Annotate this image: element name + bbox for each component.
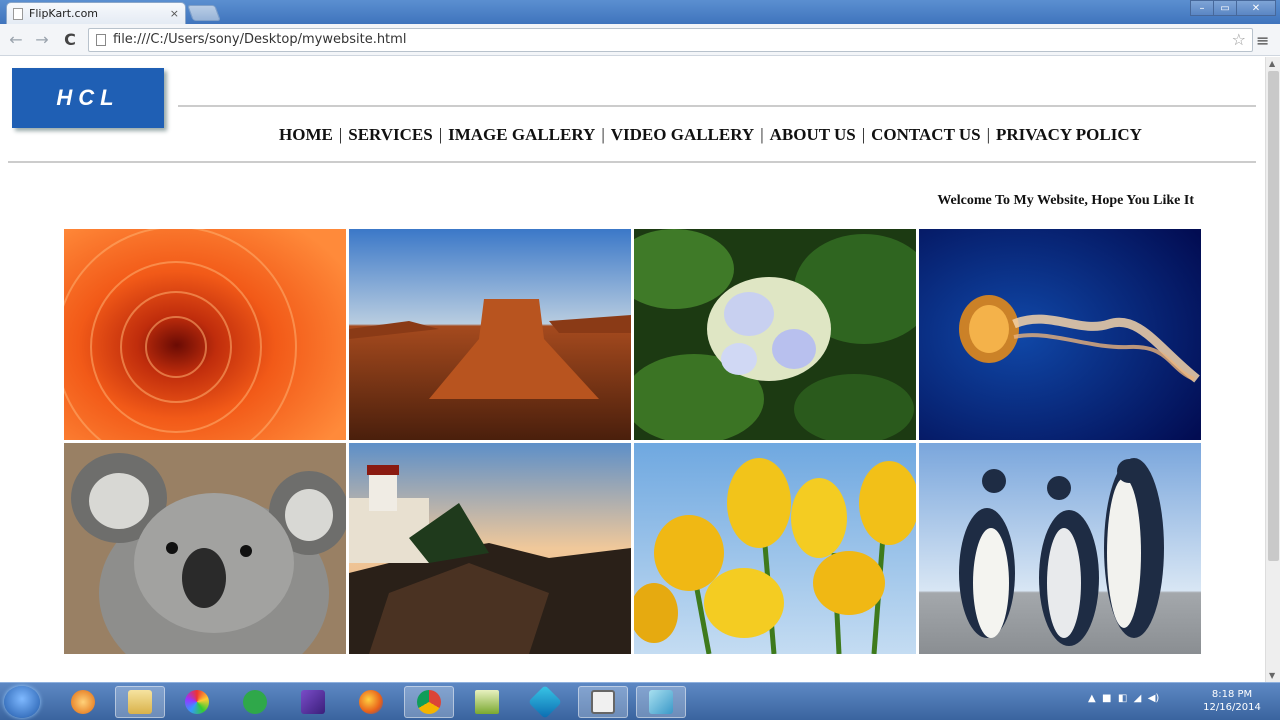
nav-about-us[interactable]: ABOUT US (770, 125, 856, 144)
nav-separator: | (760, 125, 764, 144)
evernote-button[interactable] (230, 686, 280, 718)
system-clock[interactable]: 8:18 PM 12/16/2014 (1200, 688, 1264, 714)
header-divider-top (178, 105, 1256, 107)
address-text: file:///C:/Users/sony/Desktop/mywebsite.… (113, 32, 407, 47)
tab-title: FlipKart.com (29, 7, 99, 20)
maximize-button[interactable]: ▭ (1213, 0, 1237, 16)
nav-separator: | (986, 125, 990, 144)
welcome-message: Welcome To My Website, Hope You Like It (937, 193, 1194, 208)
koala-image (64, 443, 346, 654)
hcl-logo[interactable]: HCL (12, 68, 164, 128)
photo-lighthouse[interactable] (349, 443, 631, 654)
windows-taskbar: ▲ ■ ◧ ◢ ◀) 8:18 PM 12/16/2014 (0, 682, 1280, 720)
picasa-button[interactable] (172, 686, 222, 718)
media-player-button[interactable] (58, 686, 108, 718)
nav-home[interactable]: HOME (279, 125, 333, 144)
main-navigation: HOME | SERVICES | IMAGE GALLERY | VIDEO GALLER… (279, 125, 1142, 145)
photo-hydrangeas[interactable] (634, 229, 916, 440)
app-store-button[interactable] (520, 685, 570, 719)
lighthouse-image (349, 443, 631, 654)
visual-studio-icon (301, 690, 325, 714)
photo-chrysanthemum[interactable] (64, 229, 346, 440)
forward-arrow-icon[interactable]: → (32, 30, 52, 50)
chrome-menu-icon[interactable]: ≡ (1256, 31, 1269, 50)
bookmark-star-icon[interactable]: ☆ (1232, 29, 1246, 51)
firefox-icon (359, 690, 383, 714)
nav-privacy-policy[interactable]: PRIVACY POLICY (996, 125, 1142, 144)
clock-time: 8:18 PM (1211, 689, 1253, 700)
photo-koala[interactable] (64, 443, 346, 654)
file-explorer-button[interactable] (115, 686, 165, 718)
photo-penguins[interactable] (919, 443, 1201, 654)
photo-jellyfish[interactable] (919, 229, 1201, 440)
window-app-icon (591, 690, 615, 714)
nav-separator: | (861, 125, 866, 144)
clock-date: 12/16/2014 (1203, 702, 1261, 713)
nav-separator: | (338, 125, 343, 144)
new-tab-button[interactable] (187, 5, 221, 21)
nav-services[interactable]: SERVICES (348, 125, 432, 144)
jellyfish-image (919, 229, 1201, 440)
photo-tulips[interactable] (634, 443, 916, 654)
browser-window: FlipKart.com × – ▭ ✕ ← → C file:///C:/Us… (0, 0, 1280, 682)
header-divider-bottom (8, 161, 1256, 163)
web-page: HCL HOME | SERVICES | IMAGE GALLERY | VIDEO GA… (0, 57, 1265, 682)
hydrangeas-image (634, 229, 916, 440)
photo-desert[interactable] (349, 229, 631, 440)
address-bar[interactable]: file:///C:/Users/sony/Desktop/mywebsite.… (88, 28, 1253, 52)
chrome-icon (417, 690, 441, 714)
chrome-button[interactable] (404, 686, 454, 718)
folder-icon (128, 690, 152, 714)
visual-studio-button[interactable] (288, 686, 338, 718)
nav-separator: | (601, 125, 605, 144)
tulips-image (634, 443, 916, 654)
back-arrow-icon[interactable]: ← (6, 30, 26, 50)
scroll-down-icon[interactable]: ▼ (1269, 671, 1275, 680)
window-app-button[interactable] (578, 686, 628, 718)
chrysanthemum-image (64, 229, 346, 440)
media-player-icon (71, 690, 95, 714)
nav-video-gallery[interactable]: VIDEO GALLERY (611, 125, 754, 144)
browser-title-bar: FlipKart.com × – ▭ ✕ (0, 0, 1280, 24)
page-icon (13, 7, 23, 20)
reload-icon[interactable]: C (60, 30, 80, 50)
evernote-icon (243, 690, 267, 714)
vertical-scrollbar[interactable]: ▲ ▼ (1265, 57, 1280, 682)
document-icon (96, 34, 106, 46)
penguins-image (919, 443, 1201, 654)
image-gallery (64, 229, 1202, 654)
nav-contact-us[interactable]: CONTACT US (871, 125, 980, 144)
firefox-button[interactable] (346, 686, 396, 718)
picasa-icon (185, 690, 209, 714)
app-store-icon (528, 685, 562, 719)
nav-image-gallery[interactable]: IMAGE GALLERY (448, 125, 595, 144)
tab-close-icon[interactable]: × (170, 7, 179, 20)
screen-capture-icon (649, 690, 673, 714)
browser-tab[interactable]: FlipKart.com × (6, 2, 186, 24)
minimize-button[interactable]: – (1190, 0, 1214, 16)
start-orb-icon[interactable] (4, 686, 40, 718)
browser-toolbar: ← → C file:///C:/Users/sony/Desktop/mywe… (0, 24, 1280, 56)
scrollbar-thumb[interactable] (1268, 71, 1279, 561)
scroll-up-icon[interactable]: ▲ (1269, 59, 1275, 68)
nav-separator: | (438, 125, 443, 144)
screen-capture-button[interactable] (636, 686, 686, 718)
desert-image (349, 229, 631, 440)
notepad-app-icon (475, 690, 499, 714)
system-tray[interactable]: ▲ ■ ◧ ◢ ◀) (1088, 693, 1159, 704)
close-window-button[interactable]: ✕ (1236, 0, 1276, 16)
notepad-app-button[interactable] (462, 686, 512, 718)
